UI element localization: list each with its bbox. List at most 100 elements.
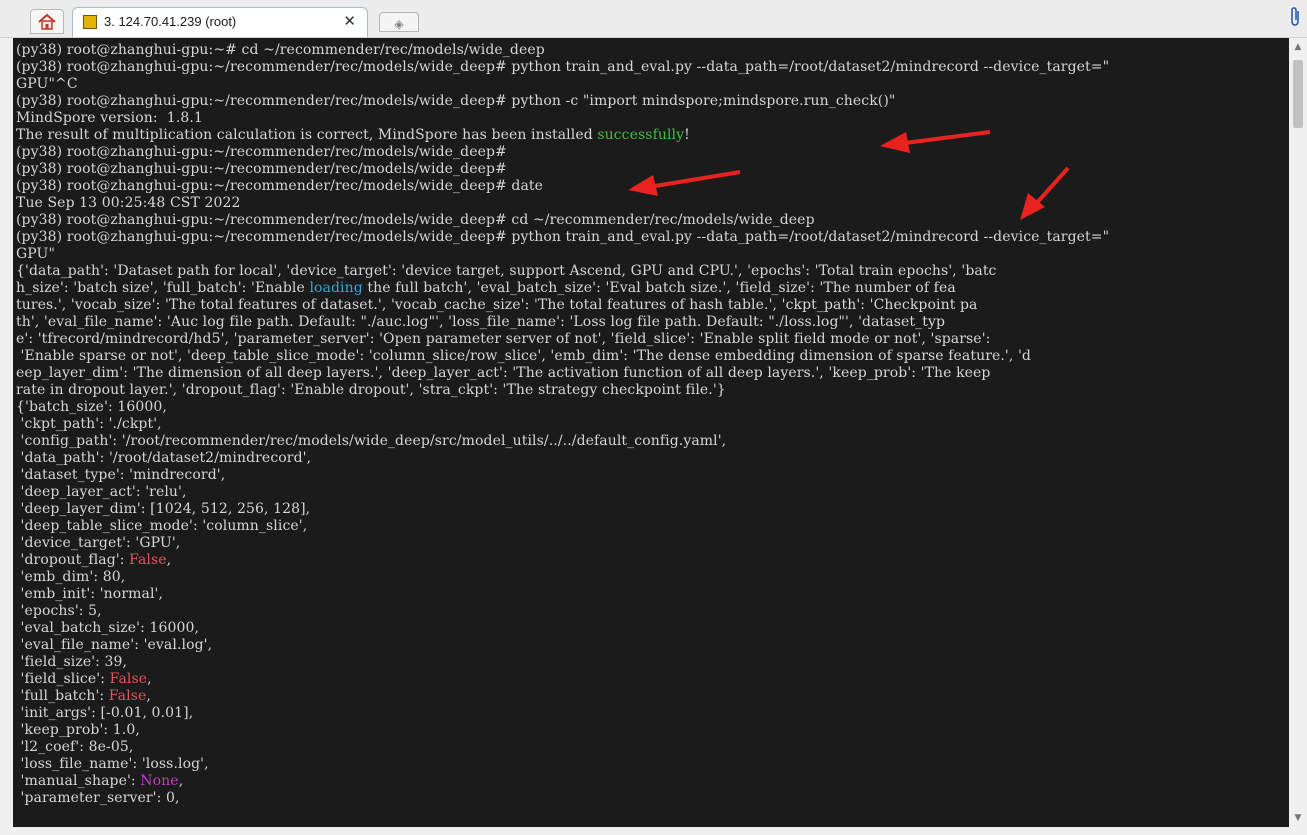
terminal-line: 'deep_table_slice_mode': 'column_slice', [16,518,1289,535]
terminal-text-segment: 'deep_layer_dim': [1024, 512, 256, 128], [16,501,311,517]
scroll-down-icon[interactable]: ▼ [1289,809,1307,827]
terminal-line: 'eval_batch_size': 16000, [16,620,1289,637]
terminal-text-segment: Tue Sep 13 00:25:48 CST 2022 [16,195,241,211]
terminal-text-segment: , [146,688,151,704]
terminal-text-segment: 'ckpt_path': './ckpt', [16,416,162,432]
terminal-line: 'emb_init': 'normal', [16,586,1289,603]
tab-bar: 3. 124.70.41.239 (root) ✕ ◈ [0,0,1307,38]
terminal-line: 'device_target': 'GPU', [16,535,1289,552]
home-button[interactable] [30,9,64,34]
terminal-text-segment: 'loss_file_name': 'loss.log', [16,756,209,772]
new-tab-icon: ◈ [394,17,404,31]
terminal-line: GPU"^C [16,76,1289,93]
terminal-line: (py38) root@zhanghui-gpu:~# cd ~/recomme… [16,42,1289,59]
terminal-line: {'batch_size': 16000, [16,399,1289,416]
terminal-line: 'deep_layer_act': 'relu', [16,484,1289,501]
terminal-text-segment: 'config_path': '/root/recommender/rec/mo… [16,433,727,449]
terminal-line: 'Enable sparse or not', 'deep_table_slic… [16,348,1289,365]
terminal-line: 'dropout_flag': False, [16,552,1289,569]
terminal-text-segment: 'init_args': [-0.01, 0.01], [16,705,194,721]
terminal-text-segment: 'device_target': 'GPU', [16,535,181,551]
terminal-text-segment: {'batch_size': 16000, [16,399,167,415]
terminal-line: 'dataset_type': 'mindrecord', [16,467,1289,484]
terminal-text-segment: loading [309,280,363,296]
terminal-text-segment: (py38) root@zhanghui-gpu:~/recommender/r… [16,161,507,177]
terminal-text-segment: 'field_slice': [16,671,110,687]
terminal-text-segment: 'emb_dim': 80, [16,569,126,585]
home-icon [38,13,56,30]
terminal-text-segment: 'deep_table_slice_mode': 'column_slice', [16,518,308,534]
terminal-output: (py38) root@zhanghui-gpu:~# cd ~/recomme… [13,38,1289,807]
terminal-text-segment: MindSpore version: 1.8.1 [16,110,203,126]
paperclip-icon[interactable] [1287,6,1303,28]
terminal-text-segment: ! [684,127,690,143]
terminal-line: 'config_path': '/root/recommender/rec/mo… [16,433,1289,450]
terminal-text-segment: eep_layer_dim': 'The dimension of all de… [16,365,991,381]
terminal-text-segment: (py38) root@zhanghui-gpu:~/recommender/r… [16,144,507,160]
terminal-text-segment: None [140,773,179,789]
terminal-line: 'l2_coef': 8e-05, [16,739,1289,756]
terminal-line: Tue Sep 13 00:25:48 CST 2022 [16,195,1289,212]
terminal-text-segment: 'dataset_type': 'mindrecord', [16,467,226,483]
terminal-line: 'field_slice': False, [16,671,1289,688]
terminal-line: 'loss_file_name': 'loss.log', [16,756,1289,773]
terminal-scrollbar[interactable]: ▲ ▼ [1289,38,1307,827]
terminal-line: rate in dropout layer.', 'dropout_flag':… [16,382,1289,399]
terminal-text-segment: 'field_size': 39, [16,654,128,670]
terminal-text-segment: successfully [597,127,685,143]
terminal-line: (py38) root@zhanghui-gpu:~/recommender/r… [16,144,1289,161]
terminal-text-segment: (py38) root@zhanghui-gpu:~/recommender/r… [16,59,1110,75]
terminal-line: 'field_size': 39, [16,654,1289,671]
terminal-line: The result of multiplication calculation… [16,127,1289,144]
terminal-line: 'full_batch': False, [16,688,1289,705]
terminal-text-segment: 'epochs': 5, [16,603,102,619]
terminal-line: eep_layer_dim': 'The dimension of all de… [16,365,1289,382]
terminal-line: (py38) root@zhanghui-gpu:~/recommender/r… [16,229,1289,246]
scroll-thumb[interactable] [1293,60,1303,128]
terminal-text-segment: {'data_path': 'Dataset path for local', … [16,263,997,279]
terminal-text-segment: 'manual_shape': [16,773,141,789]
terminal-text-segment: GPU"^C [16,76,78,92]
terminal-line: (py38) root@zhanghui-gpu:~/recommender/r… [16,178,1289,195]
terminal-line: GPU" [16,246,1289,263]
terminal-text-segment: , [166,552,172,568]
terminal-text-segment: 'emb_init': 'normal', [16,586,164,602]
terminal-text-segment: (py38) root@zhanghui-gpu:~/recommender/r… [16,93,896,109]
terminal-text-segment: The result of multiplication calculation… [16,127,598,143]
scroll-up-icon[interactable]: ▲ [1289,38,1307,56]
new-tab-button[interactable]: ◈ [379,12,419,32]
terminal-text-segment: 'eval_batch_size': 16000, [16,620,200,636]
terminal-line: (py38) root@zhanghui-gpu:~/recommender/r… [16,93,1289,110]
terminal-text-segment: 'keep_prob': 1.0, [16,722,140,738]
terminal-text-segment: GPU" [16,246,55,262]
terminal-text-segment: False [108,688,147,704]
terminal-window[interactable]: (py38) root@zhanghui-gpu:~# cd ~/recomme… [13,38,1289,827]
terminal-line: {'data_path': 'Dataset path for local', … [16,263,1289,280]
terminal-line: 'parameter_server': 0, [16,790,1289,807]
terminal-text-segment: rate in dropout layer.', 'dropout_flag':… [16,382,726,398]
terminal-text-segment: 'dropout_flag': [16,552,130,568]
terminal-text-segment: (py38) root@zhanghui-gpu:~/recommender/r… [16,229,1110,245]
terminal-text-segment: (py38) root@zhanghui-gpu:~/recommender/r… [16,178,544,194]
terminal-line: tures.', 'vocab_size': 'The total featur… [16,297,1289,314]
terminal-text-segment: 'l2_coef': 8e-05, [16,739,134,755]
terminal-line: h_size': 'batch size', 'full_batch': 'En… [16,280,1289,297]
terminal-text-segment: (py38) root@zhanghui-gpu:~# cd ~/recomme… [16,42,545,58]
terminal-text-segment: False [129,552,167,568]
terminal-text-segment: 'Enable sparse or not', 'deep_table_slic… [16,348,1031,364]
terminal-text-segment: , [178,773,184,789]
terminal-line: th', 'eval_file_name': 'Auc log file pat… [16,314,1289,331]
terminal-text-segment: h_size': 'batch size', 'full_batch': 'En… [16,280,310,296]
terminal-text-segment: 'eval_file_name': 'eval.log', [16,637,213,653]
terminal-line: 'emb_dim': 80, [16,569,1289,586]
close-tab-button[interactable]: ✕ [343,12,356,30]
terminal-line: e': 'tfrecord/mindrecord/hd5', 'paramete… [16,331,1289,348]
terminal-text-segment: 'parameter_server': 0, [16,790,180,806]
terminal-line: 'manual_shape': None, [16,773,1289,790]
terminal-line: 'keep_prob': 1.0, [16,722,1289,739]
terminal-line: (py38) root@zhanghui-gpu:~/recommender/r… [16,161,1289,178]
session-tab[interactable]: 3. 124.70.41.239 (root) ✕ [72,7,368,37]
terminal-text-segment: th', 'eval_file_name': 'Auc log file pat… [16,314,946,330]
terminal-text-segment: 'deep_layer_act': 'relu', [16,484,187,500]
terminal-line: (py38) root@zhanghui-gpu:~/recommender/r… [16,59,1289,76]
